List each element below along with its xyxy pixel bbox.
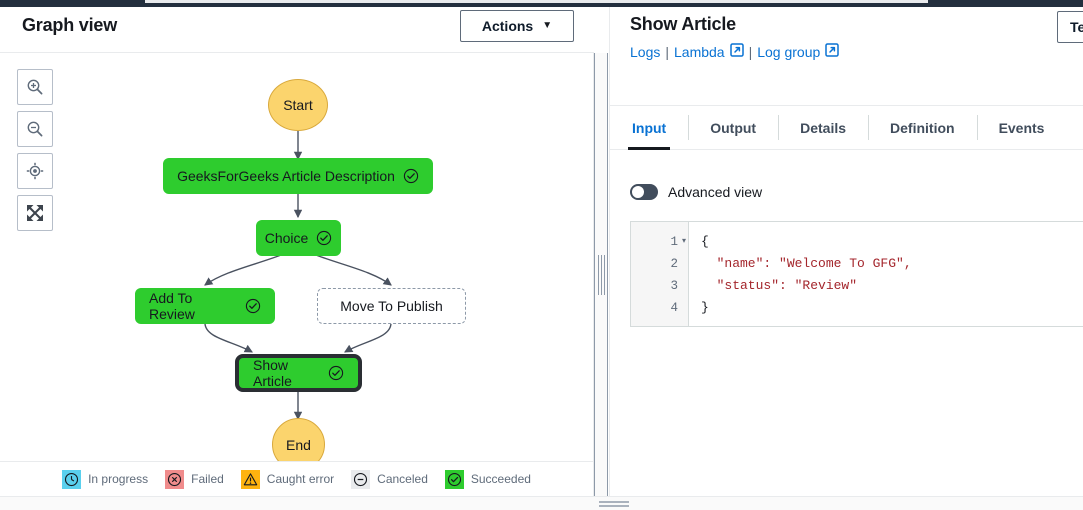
graph-node-add-to-review[interactable]: Add To Review bbox=[135, 288, 275, 324]
graph-node-start[interactable]: Start bbox=[268, 79, 328, 131]
link-separator: | bbox=[749, 44, 753, 60]
code-line-number[interactable]: 1 ▾ bbox=[631, 231, 688, 253]
legend-item-caught-error: Caught error bbox=[241, 470, 334, 489]
tab-definition[interactable]: Definition bbox=[868, 106, 977, 149]
graph-view-panel: Graph view Actions ▼ bbox=[0, 7, 594, 496]
graph-canvas[interactable]: Start GeeksForGeeks Article Description … bbox=[0, 53, 594, 496]
clock-icon bbox=[62, 470, 81, 489]
tab-output[interactable]: Output bbox=[688, 106, 778, 149]
code-line-number: 4 bbox=[631, 297, 688, 319]
line-number: 1 bbox=[670, 235, 678, 249]
warning-triangle-icon bbox=[241, 470, 260, 489]
legend-item-in-progress: In progress bbox=[62, 470, 148, 489]
graph-node-label: Start bbox=[283, 97, 313, 113]
legend-label: In progress bbox=[88, 472, 148, 486]
graph-node-move-to-publish[interactable]: Move To Publish bbox=[317, 288, 466, 324]
tab-input[interactable]: Input bbox=[610, 106, 688, 149]
link-lambda[interactable]: Lambda bbox=[674, 44, 725, 60]
graph-node-label: Add To Review bbox=[149, 290, 237, 322]
actions-button-label: Actions bbox=[482, 18, 533, 34]
graph-node-label: Show Article bbox=[253, 357, 320, 389]
bottom-resize-bar bbox=[0, 496, 1083, 510]
graph-node-geeksforgeeks-article-description[interactable]: GeeksForGeeks Article Description bbox=[163, 158, 433, 194]
state-detail-title: Show Article bbox=[630, 14, 736, 35]
state-detail-panel: Show Article Logs | Lambda | Log group I… bbox=[609, 7, 1083, 496]
graph-node-label: End bbox=[286, 437, 311, 453]
panel-splitter[interactable] bbox=[594, 53, 608, 496]
link-logs[interactable]: Logs bbox=[630, 44, 660, 60]
vertical-resize-handle[interactable] bbox=[599, 501, 629, 507]
chevron-down-icon: ▼ bbox=[542, 21, 552, 31]
check-circle-icon bbox=[245, 298, 261, 314]
graph-view-title: Graph view bbox=[22, 15, 117, 36]
legend-label: Canceled bbox=[377, 472, 428, 486]
advanced-view-label: Advanced view bbox=[668, 184, 762, 200]
external-link-icon[interactable] bbox=[730, 43, 744, 60]
top-bar-strip bbox=[145, 0, 928, 3]
state-detail-header: Show Article Logs | Lambda | Log group bbox=[610, 7, 1083, 106]
code-gutter: 1 ▾ 2 3 4 bbox=[631, 222, 689, 326]
legend-label: Failed bbox=[191, 472, 224, 486]
minus-circle-icon bbox=[351, 470, 370, 489]
legend-item-failed: Failed bbox=[165, 470, 224, 489]
graph-legend: In progress Failed Caught error bbox=[0, 461, 593, 496]
code-line: { bbox=[701, 231, 1083, 253]
code-line-number: 3 bbox=[631, 275, 688, 297]
legend-item-canceled: Canceled bbox=[351, 470, 428, 489]
graph-view-header: Graph view Actions ▼ bbox=[0, 7, 594, 53]
toggle-knob bbox=[632, 186, 644, 198]
code-content[interactable]: { "name": "Welcome To GFG", "status": "R… bbox=[689, 222, 1083, 326]
check-circle-icon bbox=[403, 168, 419, 184]
code-line: "name": "Welcome To GFG", bbox=[701, 253, 1083, 275]
page-body: Graph view Actions ▼ bbox=[0, 7, 1083, 503]
actions-button[interactable]: Actions ▼ bbox=[460, 10, 574, 42]
legend-label: Caught error bbox=[267, 472, 334, 486]
code-line: "status": "Review" bbox=[701, 275, 1083, 297]
graph-node-label: Choice bbox=[265, 230, 309, 246]
external-link-icon[interactable] bbox=[825, 43, 839, 60]
fold-arrow-icon[interactable]: ▾ bbox=[682, 231, 686, 253]
graph-node-show-article[interactable]: Show Article bbox=[235, 354, 362, 392]
state-detail-links: Logs | Lambda | Log group bbox=[630, 43, 839, 60]
code-line-number: 2 bbox=[631, 253, 688, 275]
check-circle-icon bbox=[445, 470, 464, 489]
tab-events[interactable]: Events bbox=[977, 106, 1067, 149]
code-line: } bbox=[701, 297, 1083, 319]
advanced-view-toggle-row: Advanced view bbox=[630, 184, 762, 200]
input-code-viewer[interactable]: 1 ▾ 2 3 4 { "name": "Welcome To GFG", "s… bbox=[630, 221, 1083, 327]
link-log-group[interactable]: Log group bbox=[757, 44, 820, 60]
tab-details[interactable]: Details bbox=[778, 106, 868, 149]
legend-label: Succeeded bbox=[471, 472, 531, 486]
test-state-button[interactable]: Te bbox=[1057, 11, 1083, 43]
check-circle-icon bbox=[328, 365, 344, 381]
check-circle-icon bbox=[316, 230, 332, 246]
graph-node-choice[interactable]: Choice bbox=[256, 220, 341, 256]
app-top-bar bbox=[0, 0, 1083, 7]
state-detail-tabs: Input Output Details Definition Events bbox=[610, 106, 1083, 150]
link-separator: | bbox=[665, 44, 669, 60]
legend-item-succeeded: Succeeded bbox=[445, 470, 531, 489]
advanced-view-toggle[interactable] bbox=[630, 184, 658, 200]
graph-node-label: Move To Publish bbox=[340, 298, 442, 314]
splitter-grip-icon bbox=[598, 255, 604, 295]
x-circle-icon bbox=[165, 470, 184, 489]
graph-node-label: GeeksForGeeks Article Description bbox=[177, 168, 395, 184]
